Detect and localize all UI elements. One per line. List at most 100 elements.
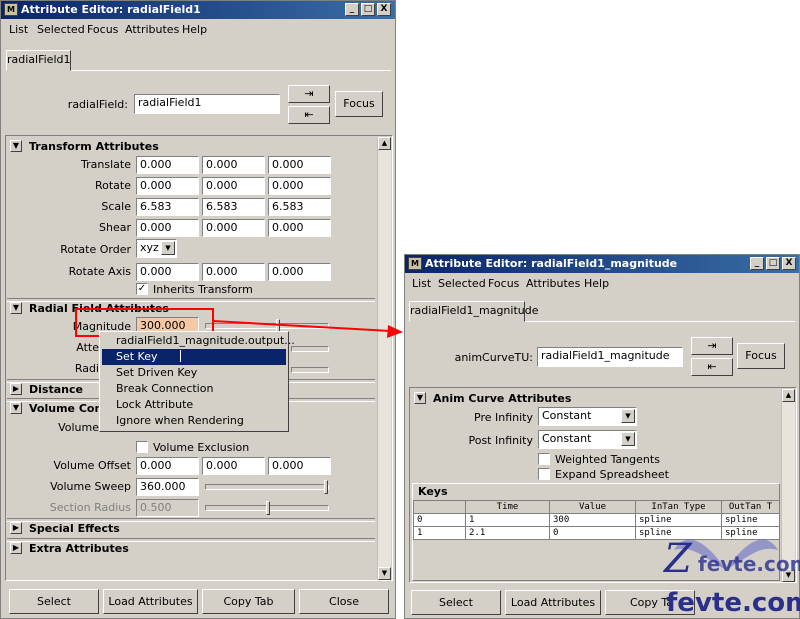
rotate-x-field[interactable]: 0.000 [136,177,199,195]
close-window-button[interactable]: X [377,3,391,16]
menu-attributes[interactable]: Attributes [125,23,179,36]
chevron-down-icon[interactable]: ▼ [621,409,635,423]
post-infinity-dropdown[interactable]: Constant ▼ [538,430,637,449]
minimize-button[interactable]: _ [750,257,764,270]
menu-item-break-connection[interactable]: Break Connection [102,381,286,397]
shear-y-field[interactable]: 0.000 [202,219,265,237]
volume-exclusion-label: Volume Exclusion [153,441,250,454]
node-name-field[interactable]: radialField1 [134,94,280,114]
menu-selected[interactable]: Selected [37,23,85,36]
volume-shape-label: Volume [58,421,99,434]
chevron-down-icon[interactable]: ▼ [161,241,175,255]
translate-x-field[interactable]: 0.000 [136,156,199,174]
output-connection-button[interactable]: ⇤ [288,106,330,124]
table-cell[interactable]: 1 [413,526,466,540]
minimize-button[interactable]: _ [345,3,359,16]
transform-section-header[interactable]: ▼ Transform Attributes [7,138,373,155]
table-cell[interactable]: 0 [549,526,636,540]
table-cell[interactable]: 0 [413,513,466,527]
title-bar[interactable]: M Attribute Editor: radialField1 _ □ X [1,1,395,19]
input-connection-button[interactable]: ⇥ [691,337,733,355]
column-header: Time [465,500,550,514]
scale-z-field[interactable]: 6.583 [268,198,331,216]
focus-button[interactable]: Focus [737,343,785,369]
node-name-field[interactable]: radialField1_magnitude [537,347,683,367]
close-button[interactable]: Close [299,589,389,614]
section-title: Transform Attributes [29,140,159,153]
inherits-transform-checkbox[interactable]: ✓ [136,283,148,295]
volume-offset-y-field[interactable]: 0.000 [202,457,265,475]
menu-focus[interactable]: Focus [488,277,519,290]
attenuation-slider[interactable] [291,346,329,352]
menu-help[interactable]: Help [182,23,207,36]
shear-x-field[interactable]: 0.000 [136,219,199,237]
special-effects-section-header[interactable]: ▶ Special Effects [7,520,373,537]
radial-type-slider[interactable] [291,367,329,373]
volume-sweep-slider[interactable] [205,480,329,494]
focus-button[interactable]: Focus [335,91,383,117]
output-arrow-icon: ⇤ [304,108,314,121]
output-connection-button[interactable]: ⇤ [691,358,733,376]
extra-attributes-section-header[interactable]: ▶ Extra Attributes [7,540,373,557]
attenuation-label: Atte [76,341,99,354]
menu-item-set-driven-key[interactable]: Set Driven Key [102,365,286,381]
menu-item-ignore-rendering[interactable]: Ignore when Rendering [102,413,286,429]
menu-focus[interactable]: Focus [87,23,118,36]
collapse-triangle-icon: ▼ [414,392,426,404]
menu-list[interactable]: List [9,23,28,36]
translate-label: Translate [81,158,131,171]
volume-offset-x-field[interactable]: 0.000 [136,457,199,475]
load-attributes-button[interactable]: Load Attributes [505,590,601,615]
select-button[interactable]: Select [9,589,99,614]
rotate-axis-x-field[interactable]: 0.000 [136,263,199,281]
volume-offset-label: Volume Offset [53,459,131,472]
close-window-button[interactable]: X [782,257,796,270]
load-attributes-button[interactable]: Load Attributes [103,589,198,614]
menu-attributes[interactable]: Attributes [526,277,580,290]
rotate-axis-y-field[interactable]: 0.000 [202,263,265,281]
weighted-tangents-checkbox[interactable] [538,453,550,465]
table-cell[interactable]: 1 [465,513,550,527]
vertical-scrollbar[interactable]: ▲ ▼ [377,137,391,580]
select-button[interactable]: Select [411,590,501,615]
menu-selected[interactable]: Selected [438,277,486,290]
pre-infinity-dropdown[interactable]: Constant ▼ [538,407,637,426]
maximize-button[interactable]: □ [361,3,375,16]
menu-item-set-key[interactable]: Set Key [102,349,286,365]
volume-sweep-field[interactable]: 360.000 [136,478,199,496]
scroll-down-icon[interactable]: ▼ [378,567,391,580]
scale-y-field[interactable]: 6.583 [202,198,265,216]
volume-exclusion-checkbox[interactable] [136,441,148,453]
text-cursor-icon [180,350,181,362]
table-cell[interactable]: 300 [549,513,636,527]
input-connection-button[interactable]: ⇥ [288,85,330,103]
volume-offset-z-field[interactable]: 0.000 [268,457,331,475]
anim-curve-section-header[interactable]: ▼ Anim Curve Attributes [411,390,777,407]
menu-list[interactable]: List [412,277,431,290]
tab-radialfield1[interactable]: radialField1 [6,50,71,71]
scroll-up-icon[interactable]: ▲ [378,137,391,150]
menu-item-connection[interactable]: radialField1_magnitude.output... [102,333,295,349]
scale-x-field[interactable]: 6.583 [136,198,199,216]
rotate-y-field[interactable]: 0.000 [202,177,265,195]
title-bar[interactable]: M Attribute Editor: radialField1_magnitu… [405,255,799,273]
slider-thumb[interactable] [324,480,328,494]
rotate-axis-z-field[interactable]: 0.000 [268,263,331,281]
chevron-down-icon[interactable]: ▼ [621,432,635,446]
rotate-order-dropdown[interactable]: xyz ▼ [136,239,177,258]
scroll-up-icon[interactable]: ▲ [782,389,795,402]
menu-item-lock-attribute[interactable]: Lock Attribute [102,397,286,413]
tab-radialfield1-magnitude[interactable]: radialField1_magnitude [409,301,539,322]
translate-z-field[interactable]: 0.000 [268,156,331,174]
magnitude-slider[interactable] [205,319,329,333]
maximize-button[interactable]: □ [766,257,780,270]
shear-z-field[interactable]: 0.000 [268,219,331,237]
translate-y-field[interactable]: 0.000 [202,156,265,174]
rotate-z-field[interactable]: 0.000 [268,177,331,195]
table-cell[interactable]: 2.1 [465,526,550,540]
expand-spreadsheet-checkbox[interactable] [538,468,550,480]
copy-tab-button[interactable]: Copy Tab [202,589,295,614]
slider-thumb [266,501,270,515]
menu-help[interactable]: Help [584,277,609,290]
watermark-logo: Z fevte.com fevte.com [656,520,800,619]
